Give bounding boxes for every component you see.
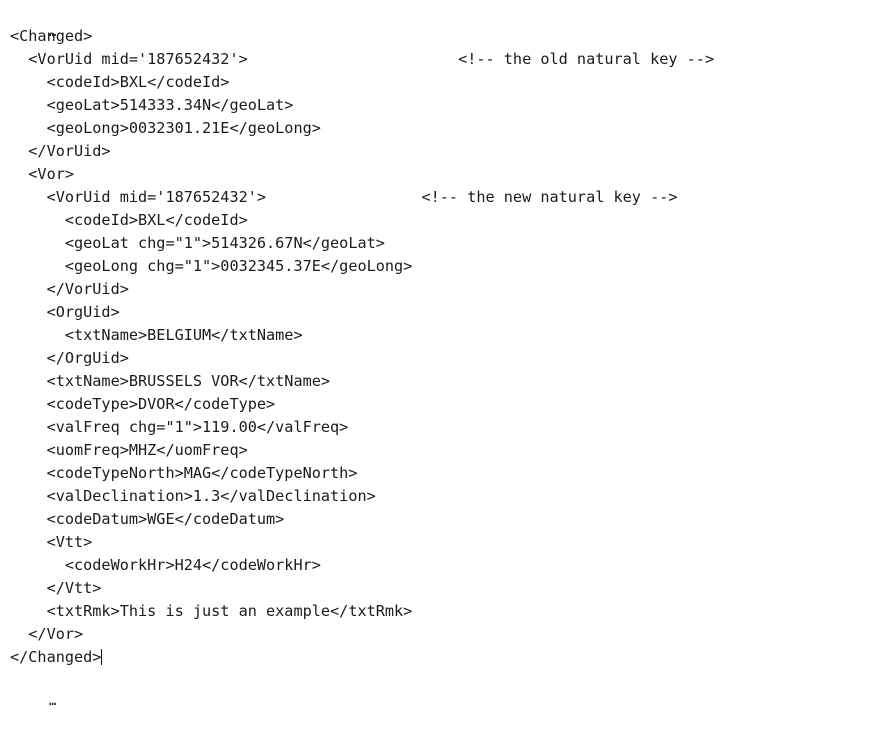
code-line-text: <codeDatum>WGE</codeDatum> — [10, 510, 285, 528]
code-line-text: <geoLat chg="1">514326.67N</geoLat> — [10, 234, 385, 252]
code-line[interactable]: <txtName>BELGIUM</txtName> — [0, 324, 893, 347]
code-line[interactable]: <OrgUid> — [0, 301, 893, 324]
code-line-text: <txtName>BELGIUM</txtName> — [10, 326, 303, 344]
code-line-text: <geoLong>0032301.21E</geoLong> — [10, 119, 321, 137]
code-line[interactable]: <geoLat chg="1">514326.67N</geoLat> — [0, 232, 893, 255]
code-line-text: </Vtt> — [10, 579, 102, 597]
code-line-text: <VorUid mid='187652432'> — [10, 188, 267, 206]
code-line[interactable]: <Vor> — [0, 163, 893, 186]
code-line[interactable]: <Vtt> — [0, 531, 893, 554]
xml-code-listing[interactable]: … <Changed> <VorUid mid='187652432'> <!-… — [0, 0, 893, 709]
code-line-text: <geoLat>514333.34N</geoLat> — [10, 96, 294, 114]
code-line[interactable]: <txtRmk>This is just an example</txtRmk> — [0, 600, 893, 623]
code-line[interactable]: <VorUid mid='187652432'> <!-- the old na… — [0, 48, 893, 71]
code-line[interactable]: <codeDatum>WGE</codeDatum> — [0, 508, 893, 531]
code-line[interactable]: </OrgUid> — [0, 347, 893, 370]
code-line-text: </Changed> — [10, 648, 102, 666]
truncation-indicator-top: … — [0, 0, 893, 40]
ellipsis-bottom: … — [48, 691, 56, 709]
code-line-text: <codeWorkHr>H24</codeWorkHr> — [10, 556, 321, 574]
code-line-text: <txtName>BRUSSELS VOR</txtName> — [10, 372, 331, 390]
code-line[interactable]: <uomFreq>MHZ</uomFreq> — [0, 439, 893, 462]
truncation-indicator-bottom: … — [0, 669, 893, 709]
code-line-text: </VorUid> — [10, 142, 111, 160]
code-line-text: <OrgUid> — [10, 303, 120, 321]
code-line[interactable]: </VorUid> — [0, 278, 893, 301]
code-line[interactable]: </Changed> — [0, 646, 893, 669]
code-line-text: <Vtt> — [10, 533, 93, 551]
code-line[interactable]: <VorUid mid='187652432'> <!-- the new na… — [0, 186, 893, 209]
text-cursor — [101, 649, 103, 665]
code-line[interactable]: <geoLong>0032301.21E</geoLong> — [0, 117, 893, 140]
code-line[interactable]: <geoLong chg="1">0032345.37E</geoLong> — [0, 255, 893, 278]
code-line-text: <txtRmk>This is just an example</txtRmk> — [10, 602, 413, 620]
code-line[interactable]: <codeId>BXL</codeId> — [0, 209, 893, 232]
code-line-text: </OrgUid> — [10, 349, 129, 367]
code-line[interactable]: <codeTypeNorth>MAG</codeTypeNorth> — [0, 462, 893, 485]
xml-comment: <!-- the old natural key --> — [458, 50, 715, 68]
code-line-text: <codeId>BXL</codeId> — [10, 73, 230, 91]
code-lines-container: <Changed> <VorUid mid='187652432'> <!-- … — [0, 25, 893, 669]
code-line[interactable]: <txtName>BRUSSELS VOR</txtName> — [0, 370, 893, 393]
code-line-text: </Vor> — [10, 625, 84, 643]
code-line-text: <codeId>BXL</codeId> — [10, 211, 248, 229]
code-line-text: <Vor> — [10, 165, 75, 183]
code-line-text: <valFreq chg="1">119.00</valFreq> — [10, 418, 349, 436]
code-line-text: <valDeclination>1.3</valDeclination> — [10, 487, 376, 505]
code-line-text: <Changed> — [10, 27, 93, 45]
code-line[interactable]: <valFreq chg="1">119.00</valFreq> — [0, 416, 893, 439]
code-line[interactable]: <valDeclination>1.3</valDeclination> — [0, 485, 893, 508]
xml-comment: <!-- the new natural key --> — [421, 188, 678, 206]
code-line[interactable]: </Vor> — [0, 623, 893, 646]
code-line[interactable]: <codeWorkHr>H24</codeWorkHr> — [0, 554, 893, 577]
code-line[interactable]: <codeId>BXL</codeId> — [0, 71, 893, 94]
code-line-text: <geoLong chg="1">0032345.37E</geoLong> — [10, 257, 413, 275]
code-line-text: <uomFreq>MHZ</uomFreq> — [10, 441, 248, 459]
code-line-text: </VorUid> — [10, 280, 129, 298]
code-line-text: <VorUid mid='187652432'> — [10, 50, 248, 68]
code-line[interactable]: <geoLat>514333.34N</geoLat> — [0, 94, 893, 117]
code-line[interactable]: </VorUid> — [0, 140, 893, 163]
code-line-text: <codeType>DVOR</codeType> — [10, 395, 276, 413]
code-line[interactable]: <codeType>DVOR</codeType> — [0, 393, 893, 416]
code-line[interactable]: </Vtt> — [0, 577, 893, 600]
code-line-text: <codeTypeNorth>MAG</codeTypeNorth> — [10, 464, 358, 482]
code-line[interactable]: <Changed> — [0, 25, 893, 48]
